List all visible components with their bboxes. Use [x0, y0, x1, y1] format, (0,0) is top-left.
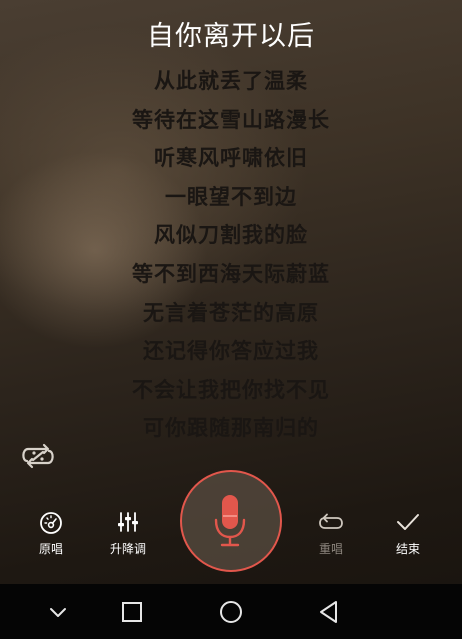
- lyric-line: 无言着苍茫的高原: [143, 300, 319, 325]
- repeat-icon: [319, 513, 343, 529]
- record-mic-button[interactable]: [180, 470, 282, 572]
- checkmark-icon: [397, 514, 419, 530]
- lyric-line: 还记得你答应过我: [143, 339, 319, 364]
- repeat-shuffle-button[interactable]: [19, 442, 57, 470]
- home-button[interactable]: [217, 598, 245, 626]
- back-button[interactable]: [315, 598, 343, 626]
- pitch-label: 升降调: [109, 542, 146, 556]
- finish-button[interactable]: 结束: [377, 510, 439, 560]
- circle-home-icon: [220, 601, 242, 623]
- system-navigation-bar: [0, 584, 462, 639]
- restart-button[interactable]: 重唱: [300, 510, 362, 560]
- triangle-back-icon: [320, 601, 337, 623]
- lyric-line: 可你跟随那南归的: [143, 416, 319, 441]
- lyric-line: 一眼望不到边: [165, 184, 297, 209]
- lyric-line: 听寒风呼啸依旧: [154, 146, 308, 171]
- lyric-line: 风似刀割我的脸: [154, 223, 308, 248]
- karaoke-screen: 自你离开以后 从此就丢了温柔 等待在这雪山路漫长 听寒风呼啸依旧 一眼望不到边 …: [0, 0, 462, 639]
- lyric-line: 从此就丢了温柔: [154, 69, 308, 93]
- original-vocal-label: 原唱: [38, 542, 63, 556]
- song-title: 自你离开以后: [147, 21, 315, 52]
- square-recents-icon: [122, 602, 142, 622]
- pitch-button[interactable]: 升降调: [97, 510, 159, 560]
- notifications-pulldown-button[interactable]: [44, 598, 72, 626]
- microphone-icon: [214, 495, 246, 547]
- speedometer-icon: [40, 512, 62, 534]
- chevron-down-icon: [50, 608, 66, 617]
- lyric-line: 等不到西海天际蔚蓝: [132, 261, 330, 286]
- lyric-line: 等待在这雪山路漫长: [132, 107, 330, 132]
- recents-button[interactable]: [118, 598, 146, 626]
- restart-label: 重唱: [318, 542, 343, 556]
- repeat-shuffle-icon: [22, 443, 54, 469]
- lyric-line: 不会让我把你找不见: [132, 377, 330, 402]
- original-vocal-button[interactable]: 原唱: [20, 510, 82, 560]
- finish-label: 结束: [395, 542, 420, 556]
- equalizer-sliders-icon: [118, 512, 138, 532]
- lyrics-list: 从此就丢了温柔 等待在这雪山路漫长 听寒风呼啸依旧 一眼望不到边 风似刀割我的脸…: [0, 62, 462, 448]
